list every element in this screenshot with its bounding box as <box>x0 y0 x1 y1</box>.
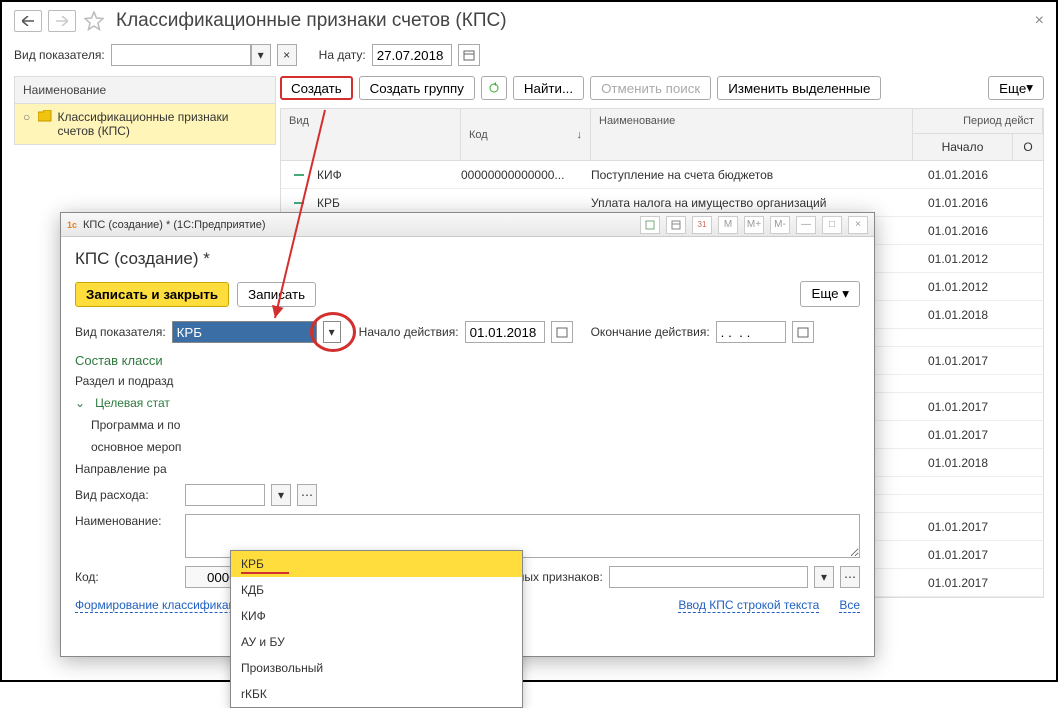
page-title: Классификационные признаки счетов (КПС) <box>116 10 507 32</box>
dlg-nachalo-input[interactable] <box>465 321 545 343</box>
dlg-okon-label: Окончание действия: <box>591 325 710 339</box>
vid-rashoda-dd[interactable]: ▾ <box>271 484 291 506</box>
vid-filter-clear[interactable]: × <box>277 44 297 66</box>
dlg-vid-input[interactable] <box>172 321 317 343</box>
osnovnoe-label: основное мероп <box>91 440 181 454</box>
close-icon[interactable]: × <box>1035 12 1044 30</box>
vid-rashoda-label: Вид расхода: <box>75 488 179 502</box>
col-nachalo[interactable]: Начало <box>913 134 1013 161</box>
program-label: Программа и по <box>91 418 180 432</box>
dlg-icon-calc[interactable] <box>666 216 686 234</box>
calendar-icon[interactable] <box>458 44 480 66</box>
chevron-down-icon[interactable]: ⌄ <box>75 396 85 410</box>
vid-filter-dropdown[interactable]: ▾ <box>251 44 271 66</box>
create-button[interactable]: Создать <box>280 76 353 100</box>
save-button[interactable]: Записать <box>237 282 316 307</box>
back-button[interactable] <box>14 10 42 32</box>
dropdown-item[interactable]: КИФ <box>231 603 522 629</box>
create-group-button[interactable]: Создать группу <box>359 76 475 100</box>
dlg-icon-1[interactable] <box>640 216 660 234</box>
vid-dropdown-list: КРБКДБКИФАУ и БУПроизвольныйrКБК <box>230 550 523 708</box>
save-close-button[interactable]: Записать и закрыть <box>75 282 229 307</box>
dropdown-item[interactable]: АУ и БУ <box>231 629 522 655</box>
dlg-okon-cal[interactable] <box>792 321 814 343</box>
star-icon <box>84 11 104 31</box>
dropdown-item[interactable]: rКБК <box>231 681 522 707</box>
tree-toggle-icon[interactable]: ○ <box>23 110 32 124</box>
table-row[interactable]: КИФ00000000000000...Поступление на счета… <box>281 161 1043 189</box>
dlg-more-button[interactable]: Еще ▾ <box>800 281 860 307</box>
more-button[interactable]: Еще ▾ <box>988 76 1044 100</box>
naim-label: Наименование: <box>75 514 179 528</box>
vid-rashoda-open[interactable]: ⋯ <box>297 484 317 506</box>
napravlenie-label: Направление ра <box>75 462 167 476</box>
dropdown-item[interactable]: Произвольный <box>231 655 522 681</box>
dlg-m[interactable]: M <box>718 216 738 234</box>
find-button[interactable]: Найти... <box>513 76 584 100</box>
dlg-close[interactable]: × <box>848 216 868 234</box>
na-datu-input[interactable] <box>372 44 452 66</box>
tree-item-root[interactable]: ○ Классификационные признаки счетов (КПС… <box>14 104 276 145</box>
dlg-min[interactable]: — <box>796 216 816 234</box>
vid-label: Вид показателя: <box>14 48 105 62</box>
edit-selected-button[interactable]: Изменить выделенные <box>717 76 881 100</box>
cancel-search-button[interactable]: Отменить поиск <box>590 76 711 100</box>
dropdown-item[interactable]: КДБ <box>231 577 522 603</box>
dlg-nachalo-label: Начало действия: <box>359 325 459 339</box>
dlg-mplus[interactable]: M+ <box>744 216 764 234</box>
vid-filter-input[interactable] <box>111 44 251 66</box>
razdel-label: Раздел и подразд <box>75 374 173 388</box>
col-kod[interactable]: Код↓ <box>461 109 591 161</box>
dlg-max[interactable]: □ <box>822 216 842 234</box>
dlg-nachalo-cal[interactable] <box>551 321 573 343</box>
dropdown-item[interactable]: КРБ <box>231 551 522 577</box>
link-vse[interactable]: Все <box>839 598 860 613</box>
dialog-window-title: КПС (создание) * (1С:Предприятие) <box>83 219 266 231</box>
col-period[interactable]: Период дейст <box>913 109 1043 134</box>
tree-item-label: Классификационные признаки счетов (КПС) <box>58 110 268 138</box>
folder-icon <box>38 110 52 125</box>
dlg-vid-label: Вид показателя: <box>75 325 166 339</box>
dlg-vid-dropdown-btn[interactable]: ▾ <box>323 321 341 343</box>
group-input[interactable] <box>609 566 808 588</box>
col-ok[interactable]: О <box>1013 134 1043 161</box>
section-sostav: Состав класси <box>75 353 860 368</box>
dlg-okon-input[interactable] <box>716 321 786 343</box>
celevaya-label: Целевая стат <box>95 396 170 410</box>
dlg-icon-31[interactable]: 31 <box>692 216 712 234</box>
group-dd[interactable]: ▾ <box>814 566 834 588</box>
kod-label: Код: <box>75 570 179 584</box>
forward-button[interactable] <box>48 10 76 32</box>
link-vvod-kps[interactable]: Ввод КПС строкой текста <box>678 598 819 613</box>
vid-rashoda-input[interactable] <box>185 484 265 506</box>
na-datu-label: На дату: <box>319 48 366 62</box>
col-vid[interactable]: Вид <box>281 109 461 161</box>
tree-header: Наименование <box>14 76 276 104</box>
kps-create-dialog: 1c КПС (создание) * (1С:Предприятие) 31 … <box>60 212 875 657</box>
dlg-mminus[interactable]: M- <box>770 216 790 234</box>
dialog-title: КПС (создание) * <box>75 249 860 269</box>
refresh-button[interactable] <box>481 76 507 100</box>
app-icon: 1c <box>67 220 77 230</box>
group-open[interactable]: ⋯ <box>840 566 860 588</box>
col-naim[interactable]: Наименование <box>591 109 913 161</box>
